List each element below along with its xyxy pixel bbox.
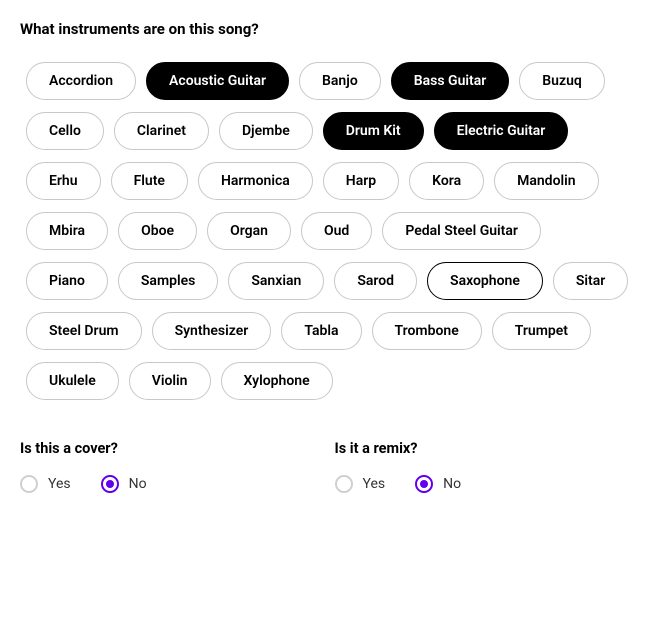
remix-radio-no[interactable]: No [415, 475, 461, 493]
instrument-chip[interactable]: Xylophone [221, 362, 333, 400]
instrument-chip[interactable]: Ukulele [26, 362, 119, 400]
instrument-chip[interactable]: Drum Kit [323, 112, 424, 150]
instrument-chip[interactable]: Buzuq [519, 62, 605, 100]
instrument-chip[interactable]: Accordion [26, 62, 136, 100]
instrument-chip[interactable]: Samples [118, 262, 218, 300]
instrument-chip[interactable]: Pedal Steel Guitar [382, 212, 541, 250]
radio-label: Yes [363, 476, 386, 492]
instrument-chip[interactable]: Erhu [26, 162, 101, 200]
instrument-chip[interactable]: Harp [323, 162, 399, 200]
instrument-chip[interactable]: Trombone [372, 312, 482, 350]
instrument-chip[interactable]: Mbira [26, 212, 108, 250]
radio-icon [101, 475, 119, 493]
remix-question: Is it a remix? [335, 440, 638, 457]
instrument-chip[interactable]: Djembe [219, 112, 313, 150]
instrument-chip[interactable]: Sanxian [228, 262, 324, 300]
instruments-chip-group: Accordion Acoustic Guitar Banjo Bass Guitar… [20, 62, 637, 400]
instrument-chip[interactable]: Sarod [334, 262, 417, 300]
instrument-chip[interactable]: Violin [129, 362, 211, 400]
radio-icon [415, 475, 433, 493]
cover-radio-group: Yes No [20, 475, 323, 493]
instrument-chip[interactable]: Harmonica [198, 162, 313, 200]
cover-question: Is this a cover? [20, 440, 323, 457]
instrument-chip[interactable]: Acoustic Guitar [146, 62, 289, 100]
radio-label: No [443, 476, 461, 492]
radio-icon [335, 475, 353, 493]
secondary-questions-row: Is this a cover? Yes No Is it a remix? Y… [20, 440, 637, 493]
instrument-chip[interactable]: Saxophone [427, 262, 543, 300]
instrument-chip[interactable]: Piano [26, 262, 108, 300]
instrument-chip[interactable]: Flute [111, 162, 188, 200]
instrument-chip[interactable]: Clarinet [114, 112, 209, 150]
instrument-chip[interactable]: Synthesizer [152, 312, 272, 350]
instrument-chip[interactable]: Bass Guitar [391, 62, 510, 100]
radio-icon [20, 475, 38, 493]
instrument-chip[interactable]: Cello [26, 112, 104, 150]
instrument-chip[interactable]: Electric Guitar [434, 112, 569, 150]
instrument-chip[interactable]: Banjo [299, 62, 381, 100]
radio-label: Yes [48, 476, 71, 492]
remix-section: Is it a remix? Yes No [335, 440, 638, 493]
radio-label: No [129, 476, 147, 492]
instrument-chip[interactable]: Trumpet [492, 312, 591, 350]
instrument-chip[interactable]: Organ [207, 212, 291, 250]
instrument-chip[interactable]: Sitar [553, 262, 628, 300]
instrument-chip[interactable]: Tabla [281, 312, 361, 350]
instrument-chip[interactable]: Oboe [118, 212, 197, 250]
instrument-chip[interactable]: Kora [409, 162, 484, 200]
cover-radio-no[interactable]: No [101, 475, 147, 493]
cover-radio-yes[interactable]: Yes [20, 475, 71, 493]
remix-radio-yes[interactable]: Yes [335, 475, 386, 493]
instrument-chip[interactable]: Steel Drum [26, 312, 142, 350]
instruments-question: What instruments are on this song? [20, 20, 637, 38]
remix-radio-group: Yes No [335, 475, 638, 493]
cover-section: Is this a cover? Yes No [20, 440, 323, 493]
instrument-chip[interactable]: Mandolin [494, 162, 599, 200]
instrument-chip[interactable]: Oud [301, 212, 372, 250]
